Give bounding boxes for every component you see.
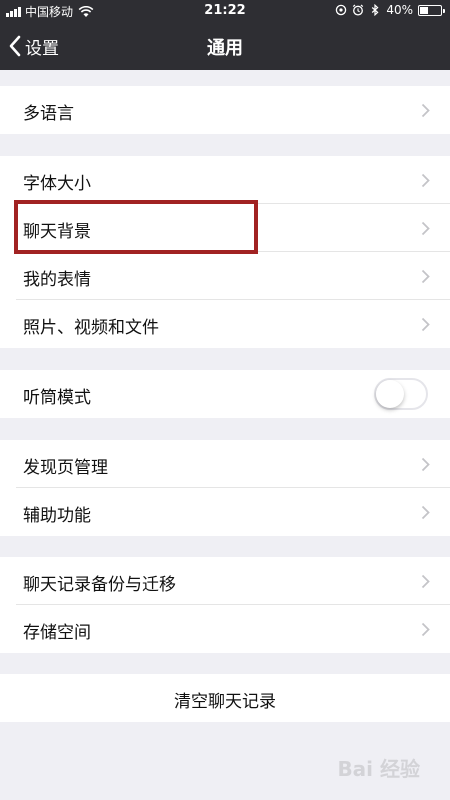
row-chat-backup[interactable]: 聊天记录备份与迁移 — [0, 557, 450, 605]
chevron-right-icon — [421, 103, 430, 118]
chevron-right-icon — [421, 269, 430, 284]
battery-fill — [420, 6, 428, 14]
row-label: 辅助功能 — [23, 506, 91, 526]
header: 中国移动 21:22 40% 设置 通用 — [0, 0, 450, 70]
chevron-right-icon — [421, 317, 430, 332]
row-media-files[interactable]: 照片、视频和文件 — [0, 300, 450, 348]
row-storage-space[interactable]: 存储空间 — [0, 605, 450, 653]
chevron-right-icon — [421, 574, 430, 589]
row-my-stickers[interactable]: 我的表情 — [0, 252, 450, 300]
row-label: 存储空间 — [23, 623, 91, 643]
row-accessibility[interactable]: 辅助功能 — [0, 488, 450, 536]
watermark: Bai 经验 — [337, 757, 420, 781]
bluetooth-icon — [372, 4, 379, 16]
row-label: 听筒模式 — [23, 388, 91, 408]
row-label: 多语言 — [23, 104, 74, 124]
clear-group: 清空聊天记录 — [0, 674, 450, 722]
chevron-right-icon — [421, 505, 430, 520]
row-label: 我的表情 — [23, 270, 91, 290]
receiver-group: 听筒模式 — [0, 370, 450, 418]
chevron-right-icon — [421, 173, 430, 188]
row-discover-management[interactable]: 发现页管理 — [0, 440, 450, 488]
chevron-right-icon — [421, 457, 430, 472]
page-title: 通用 — [207, 38, 243, 59]
battery-icon — [418, 4, 445, 16]
row-label: 聊天记录备份与迁移 — [23, 575, 176, 595]
toggle-knob — [376, 380, 404, 408]
chevron-right-icon — [421, 221, 430, 236]
row-label: 字体大小 — [23, 174, 91, 194]
discover-group: 发现页管理 辅助功能 — [0, 440, 450, 536]
nav-bar: 设置 通用 — [0, 22, 450, 70]
clear-chat-history-label: 清空聊天记录 — [174, 692, 276, 712]
alarm-icon — [353, 4, 364, 16]
status-right: 40% — [335, 3, 445, 17]
clear-chat-history-button[interactable]: 清空聊天记录 — [0, 674, 450, 722]
row-font-size[interactable]: 字体大小 — [0, 156, 450, 204]
row-label: 发现页管理 — [23, 458, 108, 478]
language-group: 多语言 — [0, 86, 450, 134]
battery-percent: 40% — [386, 3, 413, 17]
receiver-mode-toggle[interactable] — [374, 378, 428, 410]
row-receiver-mode: 听筒模式 — [0, 370, 450, 418]
highlight-annotation — [14, 200, 258, 254]
chevron-right-icon — [421, 622, 430, 637]
status-bar: 中国移动 21:22 40% — [0, 0, 450, 22]
row-label: 照片、视频和文件 — [23, 318, 159, 338]
row-language[interactable]: 多语言 — [0, 86, 450, 134]
storage-group: 聊天记录备份与迁移 存储空间 — [0, 557, 450, 653]
at-icon — [336, 4, 347, 16]
